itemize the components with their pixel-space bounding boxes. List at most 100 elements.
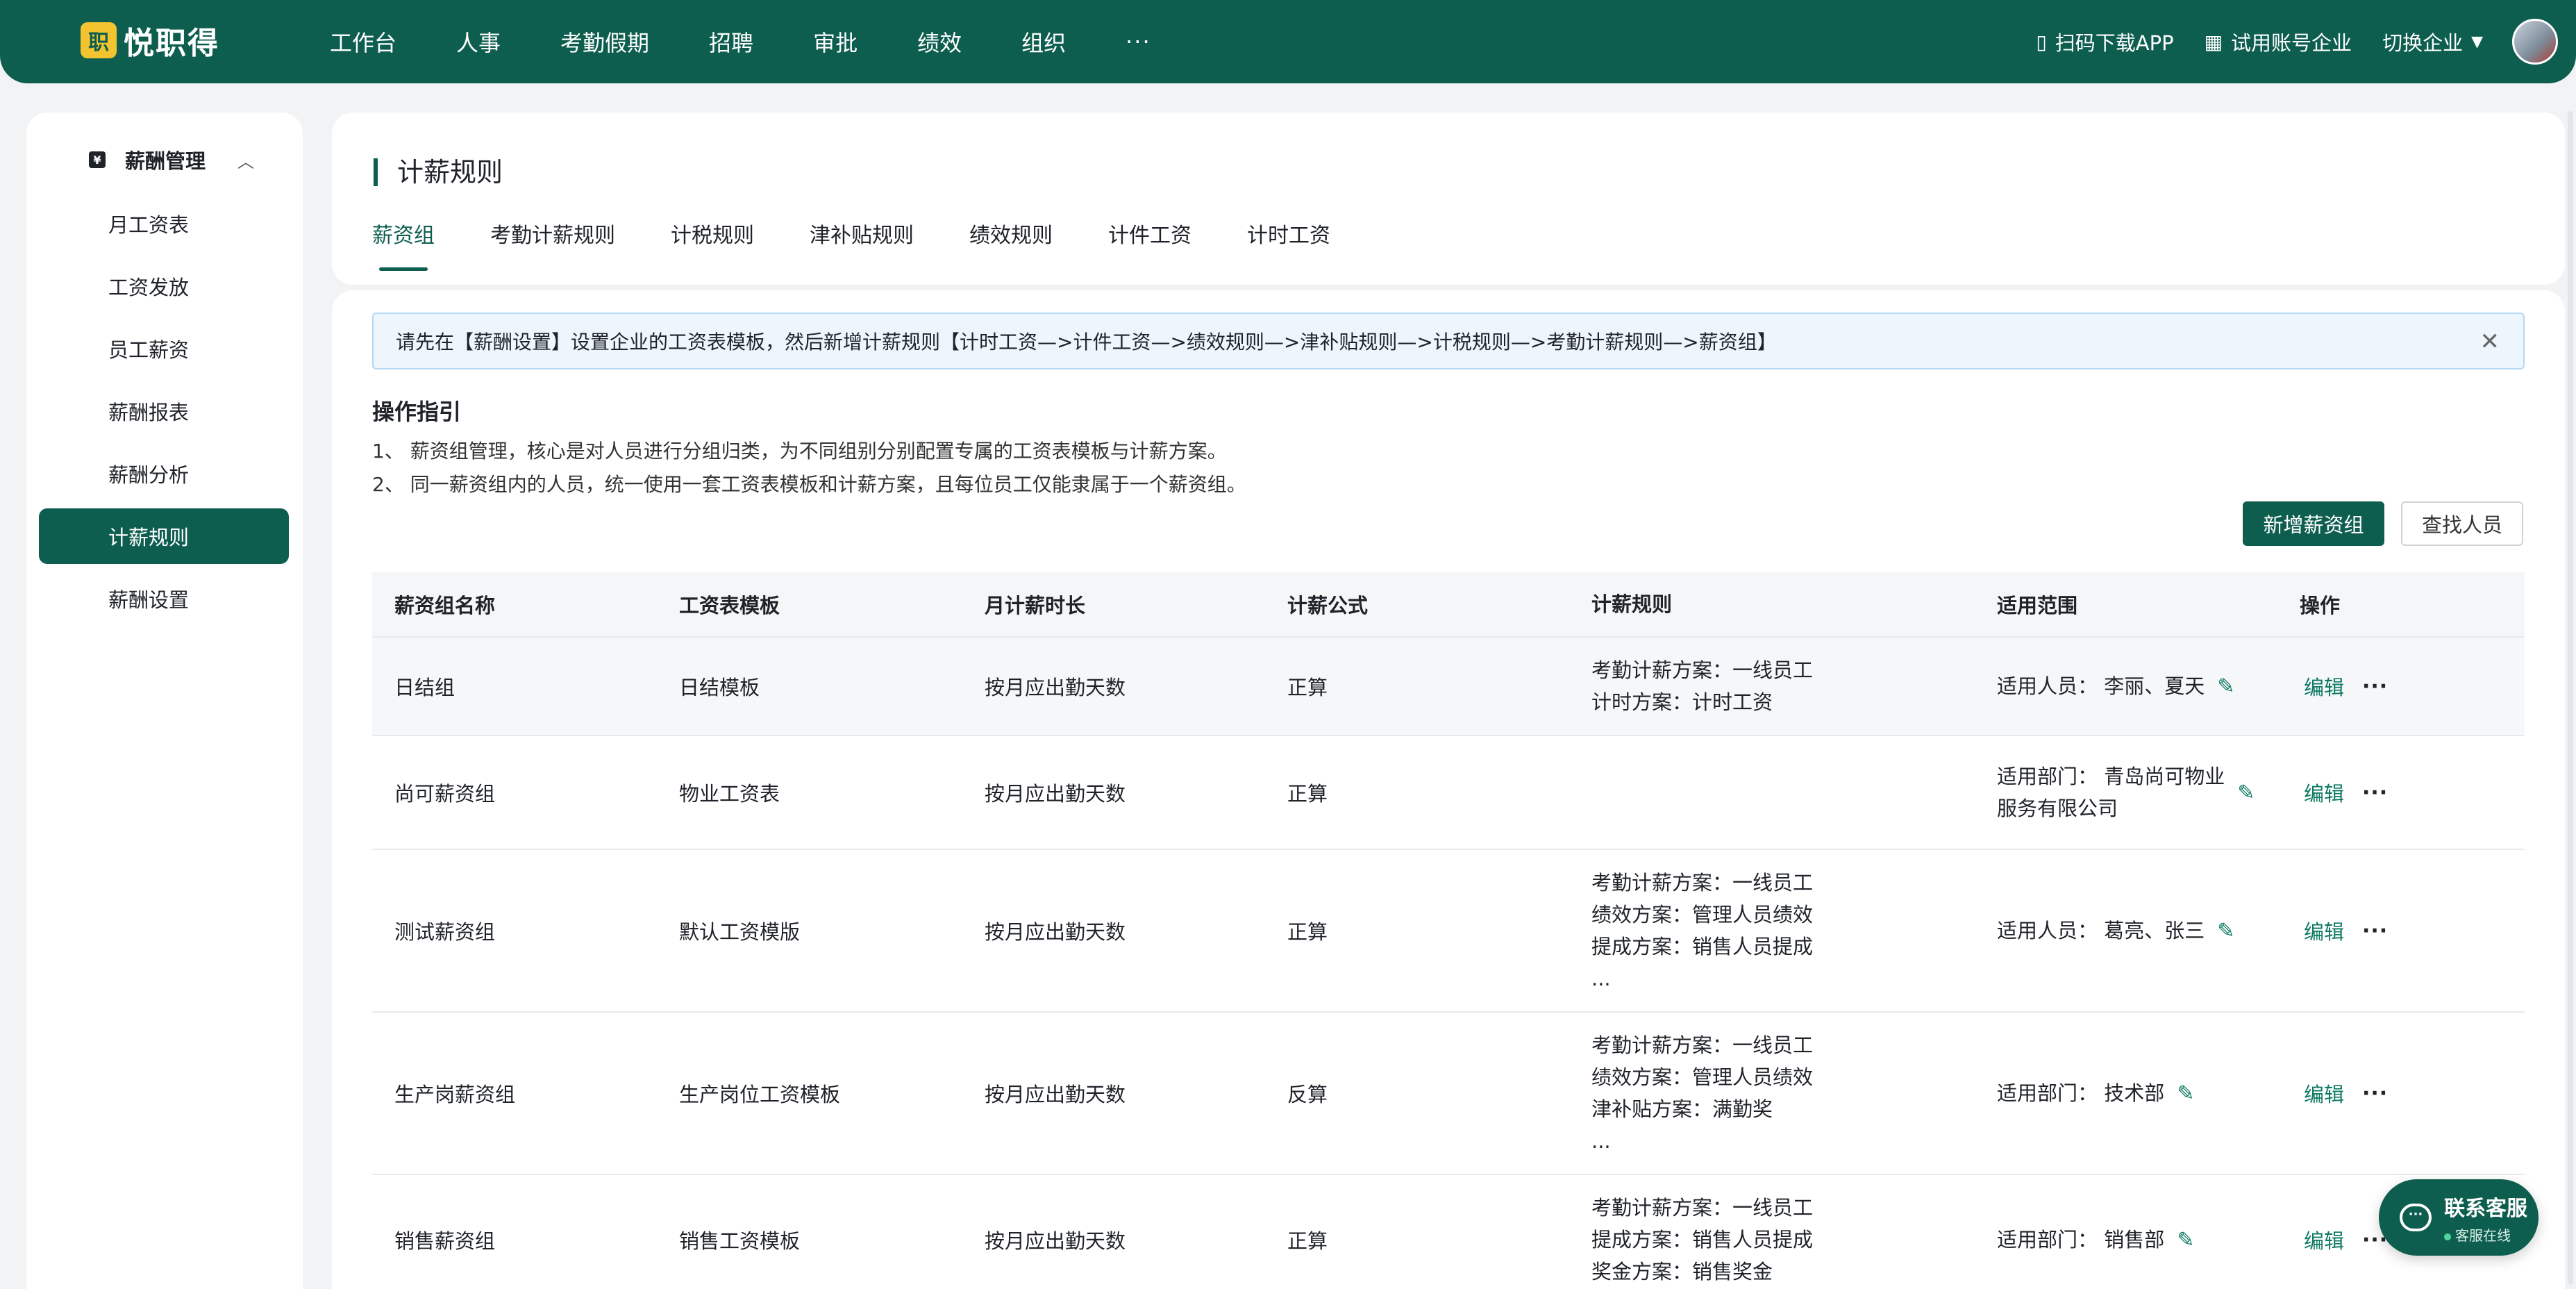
edit-link[interactable]: 编辑 bbox=[2304, 778, 2344, 807]
content-card: 请先在【薪酬设置】设置企业的工资表模板，然后新增计薪规则【计时工资—>计件工资—… bbox=[332, 290, 2565, 1289]
cell-template: 销售工资模板 bbox=[679, 1229, 801, 1253]
scope-line: 适用人员： 葛亮、张三 bbox=[1997, 919, 2205, 942]
col-group-name: 薪资组名称 bbox=[394, 594, 496, 617]
rule-line: 绩效方案：管理人员绩效 bbox=[1591, 1065, 1814, 1089]
edit-scope-icon[interactable]: ✎ bbox=[2237, 781, 2255, 805]
nav-item-performance[interactable]: 绩效 bbox=[917, 26, 962, 58]
sidebar-item-employee-salary[interactable]: 员工薪资 bbox=[39, 321, 289, 376]
table-row: 尚可薪资组 物业工资表 按月应出勤天数 正算 适用部门： 青岛尚可物业 服务有限… bbox=[372, 736, 2525, 850]
trial-company-link[interactable]: ▦ 试用账号企业 bbox=[2205, 27, 2352, 56]
switch-company-dropdown[interactable]: 切换企业 ▼ bbox=[2382, 27, 2483, 56]
tab-performance-rule[interactable]: 绩效规则 bbox=[969, 218, 1053, 249]
edit-scope-icon[interactable]: ✎ bbox=[2217, 919, 2234, 943]
caret-down-icon: ▼ bbox=[2471, 33, 2483, 51]
find-person-button[interactable]: 查找人员 bbox=[2401, 501, 2523, 546]
page-scrollbar[interactable] bbox=[2568, 111, 2573, 1285]
cell-formula: 正算 bbox=[1287, 676, 1328, 699]
sidebar-item-salary-report[interactable]: 薪酬报表 bbox=[39, 383, 289, 439]
cell-formula: 反算 bbox=[1287, 1083, 1328, 1106]
avatar[interactable] bbox=[2512, 19, 2558, 65]
more-icon[interactable]: ··· bbox=[2362, 1081, 2388, 1106]
nav-item-attendance[interactable]: 考勤假期 bbox=[560, 26, 649, 58]
table-row: 日结组 日结模板 按月应出勤天数 正算 考勤计薪方案：一线员工 计时方案：计时工… bbox=[372, 638, 2525, 736]
top-right-actions: ▯ 扫码下载APP ▦ 试用账号企业 切换企业 ▼ bbox=[2036, 0, 2514, 83]
col-duration: 月计薪时长 bbox=[985, 594, 1086, 617]
edit-scope-icon[interactable]: ✎ bbox=[2177, 1081, 2194, 1106]
nav-item-hr[interactable]: 人事 bbox=[456, 26, 501, 58]
cell-formula: 正算 bbox=[1287, 782, 1328, 806]
brand-logo[interactable]: 职 悦职得 bbox=[81, 19, 219, 61]
tab-attendance-pay-rule[interactable]: 考勤计薪规则 bbox=[490, 218, 615, 249]
nav-more-icon[interactable]: ··· bbox=[1126, 28, 1151, 55]
rule-line: 计时方案：计时工资 bbox=[1591, 690, 1773, 714]
close-icon[interactable]: ✕ bbox=[2480, 328, 2500, 356]
sidebar-group-label: 薪酬管理 bbox=[125, 149, 206, 173]
cell-actions: 编辑 ··· bbox=[2300, 778, 2525, 807]
service-title: 联系客服 bbox=[2444, 1196, 2527, 1221]
guide-line-1: 1、 薪资组管理，核心是对人员进行分组归类，为不同组别分别配置专属的工资表模板与… bbox=[372, 440, 1227, 463]
guide-title: 操作指引 bbox=[372, 399, 462, 425]
salary-group-table: 薪资组名称 工资表模板 月计薪时长 计薪公式 计薪规则 适用范围 操作 日结组 … bbox=[372, 572, 2525, 1289]
rule-line: 考勤计薪方案：一线员工 bbox=[1591, 1033, 1814, 1057]
cell-scope: 适用部门： 技术部 ✎ bbox=[1997, 1077, 2300, 1109]
edit-link[interactable]: 编辑 bbox=[2304, 672, 2344, 701]
scope-text: 适用人员： 葛亮、张三 bbox=[1997, 915, 2205, 947]
nav-item-recruit[interactable]: 招聘 bbox=[709, 26, 753, 58]
tab-salary-group[interactable]: 薪资组 bbox=[372, 218, 435, 271]
sidebar-item-pay-rules[interactable]: 计薪规则 bbox=[39, 508, 289, 564]
cell-actions: 编辑 ··· bbox=[2300, 672, 2525, 701]
guide-line-2: 2、 同一薪资组内的人员，统一使用一套工资表模板和计薪方案，且每位员工仅能隶属于… bbox=[372, 473, 1246, 496]
chat-bubble-icon: ··· bbox=[2400, 1204, 2432, 1231]
cell-duration: 按月应出勤天数 bbox=[985, 1229, 1126, 1253]
download-app-link[interactable]: ▯ 扫码下载APP bbox=[2036, 27, 2173, 56]
col-scope: 适用范围 bbox=[1997, 594, 2078, 617]
sidebar-item-payment[interactable]: 工资发放 bbox=[39, 258, 289, 314]
edit-link[interactable]: 编辑 bbox=[2304, 1079, 2344, 1108]
sidebar-item-salary-settings[interactable]: 薪酬设置 bbox=[39, 571, 289, 626]
edit-link[interactable]: 编辑 bbox=[2304, 1225, 2344, 1254]
rule-line: 考勤计薪方案：一线员工 bbox=[1591, 1196, 1814, 1220]
cell-actions: 编辑 ··· bbox=[2300, 916, 2525, 945]
rule-line: ... bbox=[1591, 1129, 1611, 1153]
edit-scope-icon[interactable]: ✎ bbox=[2177, 1228, 2194, 1252]
nav-item-workbench[interactable]: 工作台 bbox=[330, 26, 396, 58]
rule-line: ... bbox=[1591, 967, 1611, 990]
page-title: 计薪规则 bbox=[374, 158, 503, 186]
sidebar-item-monthly-payroll[interactable]: 月工资表 bbox=[39, 196, 289, 251]
brand-name: 悦职得 bbox=[124, 26, 219, 61]
scope-text: 适用部门： 技术部 bbox=[1997, 1077, 2164, 1109]
cell-rules: 考勤计薪方案：一线员工 绩效方案：管理人员绩效 提成方案：销售人员提成 ... bbox=[1591, 867, 1997, 995]
info-alert: 请先在【薪酬设置】设置企业的工资表模板，然后新增计薪规则【计时工资—>计件工资—… bbox=[372, 313, 2525, 369]
scope-line: 适用部门： 青岛尚可物业 bbox=[1997, 765, 2225, 788]
sidebar-item-salary-analysis[interactable]: 薪酬分析 bbox=[39, 446, 289, 501]
add-salary-group-button[interactable]: 新增薪资组 bbox=[2243, 501, 2384, 546]
cell-template: 默认工资模版 bbox=[679, 920, 801, 944]
more-icon[interactable]: ··· bbox=[2362, 781, 2388, 805]
building-icon: ▦ bbox=[2204, 30, 2223, 53]
cell-template: 日结模板 bbox=[679, 676, 760, 699]
more-icon[interactable]: ··· bbox=[2362, 919, 2388, 943]
table-header: 薪资组名称 工资表模板 月计薪时长 计薪公式 计薪规则 适用范围 操作 bbox=[372, 572, 2525, 638]
contact-service-button[interactable]: ··· 联系客服 客服在线 bbox=[2379, 1179, 2539, 1256]
more-icon[interactable]: ··· bbox=[2362, 674, 2388, 699]
cell-rules: 考勤计薪方案：一线员工 计时方案：计时工资 bbox=[1591, 654, 1997, 718]
online-dot-icon bbox=[2444, 1233, 2451, 1240]
service-text: 联系客服 客服在线 bbox=[2444, 1191, 2527, 1245]
edit-scope-icon[interactable]: ✎ bbox=[2217, 674, 2234, 699]
nav-item-organization[interactable]: 组织 bbox=[1021, 26, 1066, 58]
top-navigation-bar: 职 悦职得 工作台 人事 考勤假期 招聘 审批 绩效 组织 ··· ▯ 扫码下载… bbox=[0, 0, 2576, 83]
edit-link[interactable]: 编辑 bbox=[2304, 916, 2344, 945]
scope-line: 适用部门： 销售部 bbox=[1997, 1228, 2165, 1251]
alert-text: 请先在【薪酬设置】设置企业的工资表模板，然后新增计薪规则【计时工资—>计件工资—… bbox=[396, 331, 1777, 354]
col-template: 工资表模板 bbox=[679, 594, 780, 617]
cell-duration: 按月应出勤天数 bbox=[985, 782, 1126, 806]
tab-piece-wage[interactable]: 计件工资 bbox=[1108, 218, 1191, 249]
chevron-up-icon: ︿ bbox=[237, 151, 254, 172]
nav-item-approval[interactable]: 审批 bbox=[813, 26, 858, 58]
tab-hourly-wage[interactable]: 计时工资 bbox=[1247, 218, 1330, 249]
tab-tax-rule[interactable]: 计税规则 bbox=[671, 218, 754, 249]
tab-allowance-rule[interactable]: 津补贴规则 bbox=[810, 218, 914, 249]
cell-actions: 编辑 ··· bbox=[2300, 1079, 2525, 1108]
sidebar-group-salary[interactable]: ¥ 薪酬管理 ︿ bbox=[89, 144, 290, 175]
cell-scope: 适用部门： 青岛尚可物业 服务有限公司 ✎ bbox=[1997, 760, 2300, 824]
